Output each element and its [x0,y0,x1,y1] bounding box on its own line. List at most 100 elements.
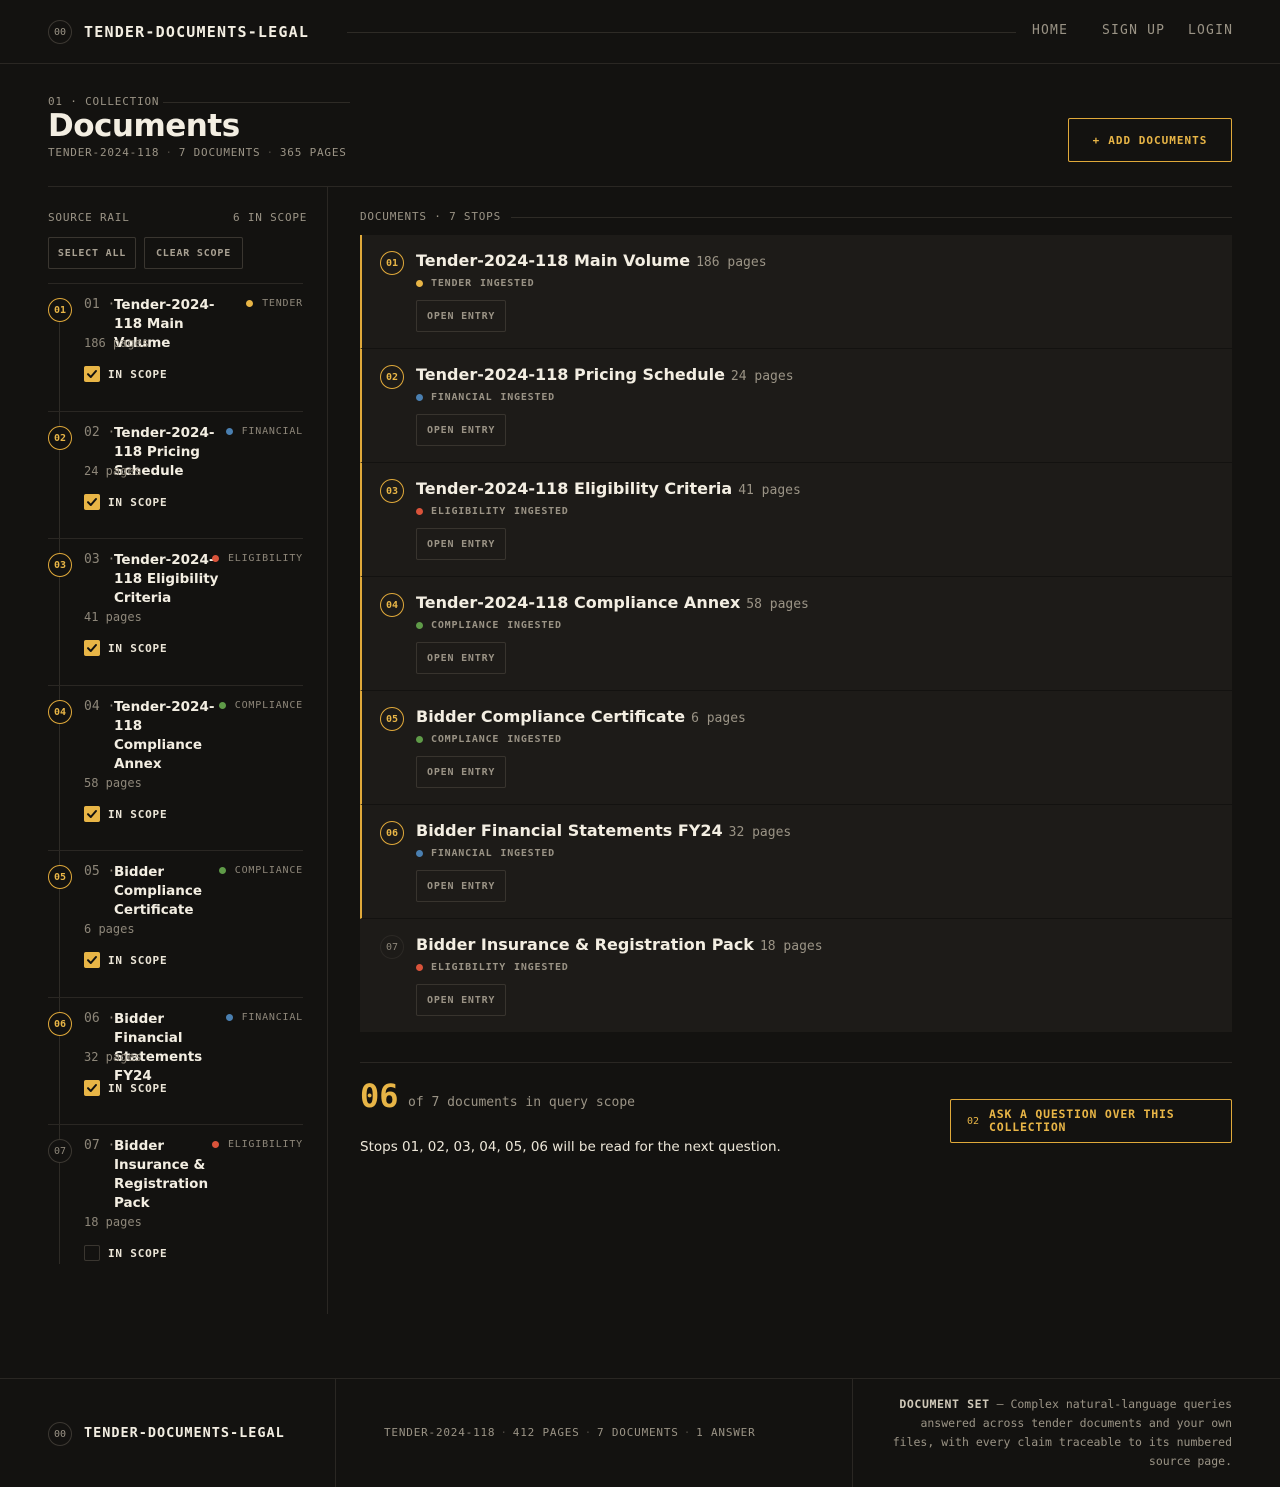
category-dot-icon [218,867,226,874]
scope-checkbox[interactable] [84,640,100,656]
in-scope-toggle[interactable]: IN SCOPE [84,494,167,510]
rail-item-category-label: TENDER [262,298,303,309]
rail-item[interactable]: 02 02 · Tender-2024-118 Pricing Schedule FI… [48,411,303,523]
document-title[interactable]: Bidder Financial Statements FY24 [416,821,723,840]
document-title[interactable]: Tender-2024-118 Compliance Annex [416,593,740,612]
document-tags: COMPLIANCE INGESTED [416,734,562,745]
in-scope-toggle[interactable]: IN SCOPE [84,1245,167,1261]
document-pages: 6 pages [691,711,746,726]
document-card[interactable]: 02 Tender-2024-118 Pricing Schedule 24 pag… [360,349,1232,463]
document-category: FINANCIAL [431,392,493,403]
rail-item[interactable]: 01 01 · Tender-2024-118 Main Volume TENDER 1… [48,283,303,395]
open-entry-button[interactable]: OPEN ENTRY [416,870,507,902]
scope-count-text: of 7 documents in query scope [408,1095,635,1110]
rail-item-title[interactable]: Tender-2024-118 Eligibility Criteria [114,551,224,608]
add-documents-button[interactable]: + ADD DOCUMENTS [1068,118,1232,162]
document-title-row: Bidder Compliance Certificate 6 pages [416,707,746,726]
rail-item[interactable]: 05 05 · Bidder Compliance Certificate COMPL… [48,850,303,981]
rail-item-title[interactable]: Bidder Compliance Certificate [114,863,224,920]
rail-item[interactable]: 04 04 · Tender-2024-118 Compliance Annex CO… [48,685,303,835]
section-divider [511,217,1232,218]
in-scope-toggle[interactable]: IN SCOPE [84,952,167,968]
rail-item-category: FINANCIAL [225,1012,303,1023]
document-title[interactable]: Bidder Insurance & Registration Pack [416,935,754,954]
scope-count: 06 [360,1077,399,1115]
footer-divider [335,1379,336,1487]
footer-description: DOCUMENT SET — Complex natural-language … [892,1395,1232,1471]
document-card[interactable]: 07 Bidder Insurance & Registration Pack 18… [360,919,1232,1033]
rail-title: SOURCE RAIL [48,211,130,224]
in-scope-toggle[interactable]: IN SCOPE [84,1080,167,1096]
document-category: COMPLIANCE [431,620,500,631]
open-entry-button[interactable]: OPEN ENTRY [416,300,507,332]
open-entry-button[interactable]: OPEN ENTRY [416,756,507,788]
rail-item-title[interactable]: Bidder Insurance & Registration Pack [114,1137,224,1213]
document-pages: 32 pages [728,825,792,840]
select-all-button[interactable]: SELECT ALL [48,237,136,269]
document-category: ELIGIBILITY [431,506,507,517]
documents-section-label: DOCUMENTS · 7 STOPS [360,210,502,223]
footer-brand[interactable]: TENDER-DOCUMENTS-LEGAL [84,1425,285,1441]
rail-item-pages: 58 pages [84,776,142,790]
scope-checkbox[interactable] [84,1080,100,1096]
rail-item-index: 05 · [84,864,116,879]
footer-pages: 412 PAGES [512,1426,580,1439]
check-icon [87,498,97,506]
ask-question-button[interactable]: 02 ASK A QUESTION OVER THIS COLLECTION [950,1099,1232,1143]
document-card[interactable]: 03 Tender-2024-118 Eligibility Criteria 41… [360,463,1232,577]
rail-item-title[interactable]: Tender-2024-118 Compliance Annex [114,698,224,774]
document-title-row: Bidder Insurance & Registration Pack 18 p… [416,935,823,954]
check-icon [87,644,97,652]
document-category: FINANCIAL [431,848,493,859]
rail-item-pages: 24 pages [84,464,142,478]
scope-checkbox[interactable] [84,1245,100,1261]
open-entry-button[interactable]: OPEN ENTRY [416,528,507,560]
document-category: ELIGIBILITY [431,962,507,973]
document-title[interactable]: Tender-2024-118 Main Volume [416,251,690,270]
rail-item[interactable]: 03 03 · Tender-2024-118 Eligibility Criter… [48,538,303,669]
document-title[interactable]: Tender-2024-118 Eligibility Criteria [416,479,732,498]
rail-item-number: 02 [48,426,72,450]
nav-login[interactable]: LOGIN [1188,23,1233,38]
open-entry-button[interactable]: OPEN ENTRY [416,984,507,1016]
heading-divider [48,186,1232,187]
document-pages: 186 pages [696,255,767,270]
document-number: 02 [380,365,404,389]
scope-checkbox[interactable] [84,366,100,382]
rail-item[interactable]: 06 06 · Bidder Financial Statements FY24 FI… [48,997,303,1109]
document-number: 01 [380,251,404,275]
scope-checkbox[interactable] [84,806,100,822]
document-card[interactable]: 01 Tender-2024-118 Main Volume 186 pages TE… [360,235,1232,349]
clear-scope-button[interactable]: CLEAR SCOPE [144,237,243,269]
document-card[interactable]: 06 Bidder Financial Statements FY24 32 pag… [360,805,1232,919]
document-title-row: Tender-2024-118 Pricing Schedule 24 pages [416,365,794,384]
footer-documents: 7 DOCUMENTS [597,1426,679,1439]
nav-sign-up[interactable]: SIGN UP [1102,23,1165,38]
nav-home[interactable]: HOME [1032,23,1068,38]
in-scope-toggle[interactable]: IN SCOPE [84,806,167,822]
rail-item-title[interactable]: Bidder Financial Statements FY24 [114,1010,224,1086]
in-scope-toggle[interactable]: IN SCOPE [84,366,167,382]
document-card[interactable]: 04 Tender-2024-118 Compliance Annex 58 pag… [360,577,1232,691]
in-scope-label: IN SCOPE [108,495,168,509]
rail-item-index: 07 · [84,1138,116,1153]
scope-checkbox[interactable] [84,952,100,968]
scope-checkbox[interactable] [84,494,100,510]
rail-item[interactable]: 07 07 · Bidder Insurance & Registration Pa… [48,1124,303,1274]
brand-name[interactable]: TENDER-DOCUMENTS-LEGAL [84,23,309,41]
category-dot-icon [416,280,423,287]
open-entry-button[interactable]: OPEN ENTRY [416,414,507,446]
document-number: 06 [380,821,404,845]
rail-item-category-label: COMPLIANCE [234,700,303,711]
footer-logo-badge: 00 [48,1422,72,1446]
document-card[interactable]: 05 Bidder Compliance Certificate 6 pages CO… [360,691,1232,805]
rail-item-category-label: FINANCIAL [241,1012,303,1023]
document-title[interactable]: Tender-2024-118 Pricing Schedule [416,365,725,384]
open-entry-button[interactable]: OPEN ENTRY [416,642,507,674]
document-title[interactable]: Bidder Compliance Certificate [416,707,685,726]
footer-meta: TENDER-2024-118 · 412 PAGES · 7 DOCUMENTS · 1 … [384,1426,756,1439]
rail-item-pages: 18 pages [84,1215,142,1229]
rail-item-number: 01 [48,298,72,322]
in-scope-toggle[interactable]: IN SCOPE [84,640,167,656]
document-status: INGESTED [507,620,562,631]
